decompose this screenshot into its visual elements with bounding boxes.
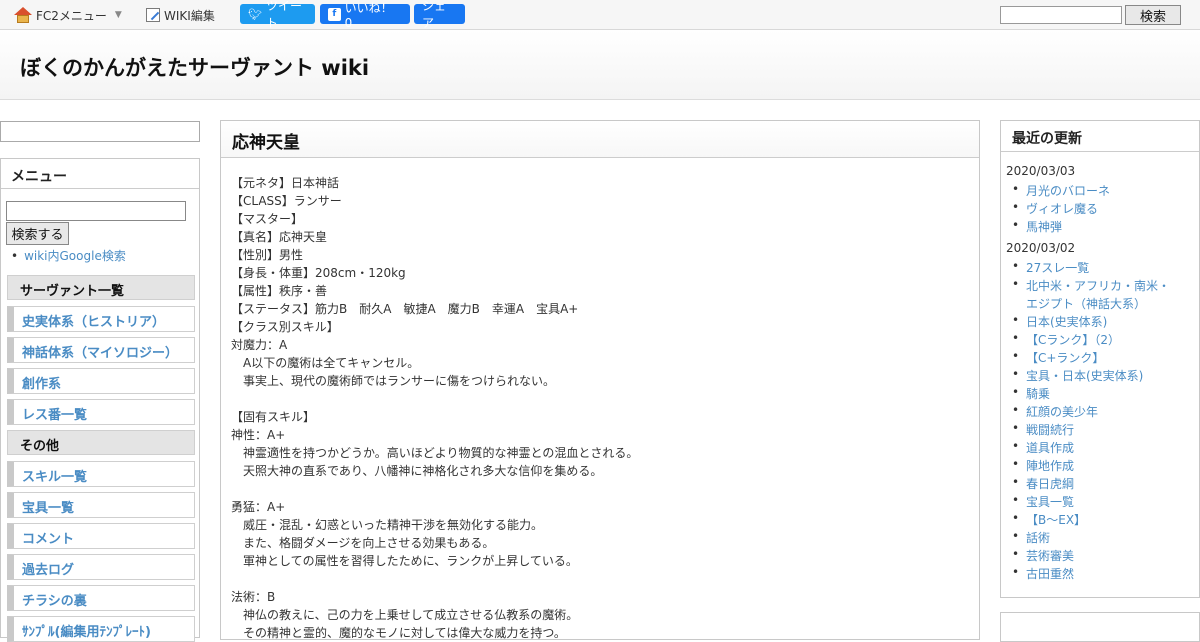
article-line: 神霊適性を持つかどうか。高いほどより物質的な神霊との混血とされる。: [231, 446, 639, 460]
google-search-link[interactable]: wiki内Google検索: [11, 247, 126, 264]
fc2-top-bar: FC2メニュー ▼ WIKI編集 🐦︎ ツイート f いいね！ 0 シェア 検索: [0, 0, 1200, 30]
chevron-down-icon: ▼: [114, 10, 122, 20]
wiki-edit-label: WIKI編集: [164, 8, 215, 23]
menu-sidebar: メニュー 検索する wiki内Google検索 サーヴァント一覧 史実体系（ヒス…: [0, 158, 200, 642]
article-line: 軍神としての属性を習得したために、ランクが上昇している。: [231, 554, 578, 568]
article-line: A以下の魔術は全てキャンセル。: [231, 356, 420, 370]
article-line: 神仏の教えに、己の力を上乗せして成立させる仏教系の魔術。: [231, 608, 579, 622]
article-line: 法術：B: [231, 590, 276, 604]
wiki-edit-link[interactable]: WIKI編集: [146, 0, 215, 30]
article-line: その精神と霊的、魔的なモノに対しては偉大な威力を持つ。: [231, 626, 566, 640]
nav-item-res-list[interactable]: レス番一覧: [7, 399, 195, 425]
recent-update-link[interactable]: 馬神弾: [1012, 218, 1062, 235]
recent-update-link[interactable]: 宝具一覧: [1012, 493, 1074, 510]
recent-update-link[interactable]: 話術: [1012, 529, 1050, 546]
article-line: また、格闘ダメージを向上させる効果もある。: [231, 536, 495, 550]
recent-update-link[interactable]: 北中米・アフリカ・南米・: [1012, 277, 1170, 294]
article-line: 【固有スキル】: [231, 410, 316, 424]
site-title[interactable]: ぼくのかんがえたサーヴァント wiki: [20, 52, 369, 82]
right-sidebar-box: [1000, 612, 1200, 642]
edit-icon: [146, 8, 160, 22]
facebook-like-button[interactable]: f いいね！ 0: [320, 1, 410, 30]
article-line: [231, 390, 971, 408]
recent-date: 2020/03/03: [1006, 164, 1076, 178]
site-header: ぼくのかんがえたサーヴァント wiki: [0, 30, 1200, 100]
recent-update-link[interactable]: 道具作成: [1012, 439, 1074, 456]
twitter-bird-icon: 🐦︎: [248, 7, 262, 21]
article-line: 勇猛：A+: [231, 500, 286, 514]
recent-update-link[interactable]: 日本(史実体系): [1012, 313, 1107, 330]
like-label: いいね！ 0: [344, 0, 393, 30]
article-body: 【元ネタ】日本神話 【CLASS】ランサー 【マスター】【真名】応神天皇 【性別】男性…: [231, 174, 971, 642]
recent-update-link[interactable]: 陣地作成: [1012, 457, 1074, 474]
tweet-label: ツイート: [265, 0, 302, 30]
recent-updates-sidebar: 最近の更新 2020/03/03 月光のバローネヴィオレ魔る馬神弾 2020/03/…: [1000, 120, 1200, 598]
top-search-input[interactable]: [1000, 6, 1122, 24]
share-label: シェア: [422, 0, 447, 30]
recent-update-link[interactable]: ヴィオレ魔る: [1012, 200, 1098, 217]
article-line: 【マスター】: [231, 212, 304, 226]
recent-update-link[interactable]: 芸術審美: [1012, 547, 1074, 564]
recent-update-link[interactable]: 【C+ランク】: [1012, 349, 1105, 366]
article-line: 事実上、現代の魔術師ではランサーに傷をつけられない。: [231, 374, 556, 388]
article-line: 【CLASS】ランサー: [231, 194, 342, 208]
recent-date: 2020/03/02: [1006, 241, 1076, 255]
nav-item-historia[interactable]: 史実体系（ヒストリア）: [7, 306, 195, 332]
page-title: 応神天皇: [221, 121, 979, 158]
section-other: その他: [7, 430, 195, 455]
article-line: 【クラス別スキル】: [231, 320, 339, 334]
article-line: 【元ネタ】日本神話: [231, 176, 340, 190]
left-blank-box: [0, 121, 200, 142]
fc2-menu-button[interactable]: FC2メニュー ▼: [14, 0, 122, 30]
nav-item-mythology[interactable]: 神話体系（マイソロジー）: [7, 337, 195, 363]
recent-update-link[interactable]: 騎乗: [1012, 385, 1050, 402]
nav-item-flyer-back[interactable]: チラシの裏: [7, 585, 195, 611]
top-search-button[interactable]: 検索: [1125, 5, 1181, 25]
article-line: 天照大神の直系であり、八幡神に神格化され多大な信仰を集める。: [231, 464, 603, 478]
nav-item-skill-list[interactable]: スキル一覧: [7, 461, 195, 487]
fc2-menu-label: FC2メニュー: [36, 8, 107, 23]
article-line: 対魔力：A: [231, 338, 288, 352]
recent-update-link[interactable]: 紅顔の美少年: [1012, 403, 1098, 420]
nav-item-sample-template[interactable]: ｻﾝﾌﾟﾙ(編集用ﾃﾝﾌﾟﾚｰﾄ): [7, 616, 195, 642]
nav-item-noble-phantasm-list[interactable]: 宝具一覧: [7, 492, 195, 518]
article-line: [231, 480, 971, 498]
facebook-share-button[interactable]: シェア: [414, 0, 465, 30]
nav-item-comment[interactable]: コメント: [7, 523, 195, 549]
article-line: 【身長・体重】208cm・120kg: [231, 266, 406, 280]
recent-update-link[interactable]: 戦闘続行: [1012, 421, 1074, 438]
article-line: 【性別】男性: [231, 248, 304, 262]
tweet-button[interactable]: 🐦︎ ツイート: [240, 0, 315, 30]
main-content: 応神天皇 【元ネタ】日本神話 【CLASS】ランサー 【マスター】 【真名】応神天皇【…: [220, 120, 980, 640]
article-line: 威圧・混乱・幻惑といった精神干渉を無効化する能力。: [231, 518, 544, 532]
article-line: 【属性】秩序・善: [231, 284, 328, 298]
nav-item-past-log[interactable]: 過去ログ: [7, 554, 195, 580]
recent-update-link[interactable]: 春日虎綱: [1012, 475, 1074, 492]
section-servant-list: サーヴァント一覧: [7, 275, 195, 300]
article-line: 【真名】応神天皇: [231, 230, 328, 244]
recent-update-link[interactable]: エジプト（神話大系）: [1026, 295, 1146, 312]
recent-update-link[interactable]: 【Cランク】（2）: [1012, 331, 1120, 348]
recent-update-link[interactable]: 古田重然: [1012, 565, 1074, 582]
recent-update-link[interactable]: 宝具・日本(史実体系): [1012, 367, 1143, 384]
menu-search-button[interactable]: 検索する: [6, 222, 69, 245]
menu-heading: メニュー: [1, 159, 199, 189]
article-line: 神性：A+: [231, 428, 286, 442]
home-icon: [14, 7, 32, 23]
recent-update-link[interactable]: 【B～EX】: [1012, 511, 1086, 528]
article-line: 【ステータス】筋力B 耐久A 敏捷A 魔力B 幸運A 宝具A+: [231, 302, 579, 316]
nav-item-original[interactable]: 創作系: [7, 368, 195, 394]
recent-updates-heading: 最近の更新: [1001, 121, 1199, 152]
article-line: [231, 570, 971, 588]
facebook-icon: f: [328, 7, 341, 21]
recent-update-link[interactable]: 27スレ一覧: [1012, 259, 1089, 276]
menu-search-input[interactable]: [6, 201, 186, 221]
recent-update-link[interactable]: 月光のバローネ: [1012, 182, 1110, 199]
